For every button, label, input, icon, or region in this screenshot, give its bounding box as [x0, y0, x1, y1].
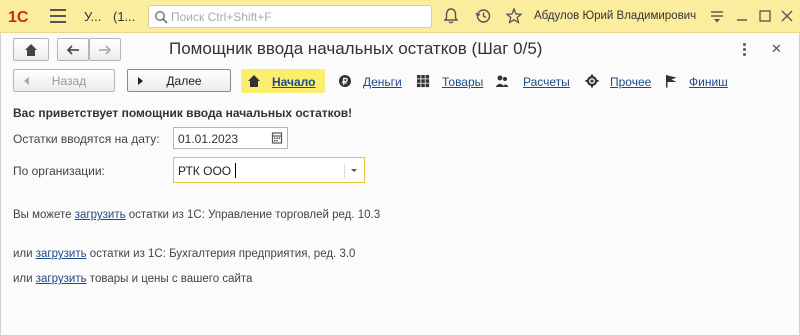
step-start[interactable]: Начало: [272, 75, 315, 89]
window-count[interactable]: (1...: [113, 9, 135, 24]
calendar-button[interactable]: [268, 127, 288, 149]
settings-menu-icon[interactable]: [708, 7, 726, 25]
step-money[interactable]: Деньги: [363, 75, 402, 89]
step-goods[interactable]: Товары: [442, 75, 483, 89]
nav-back-button[interactable]: [57, 38, 89, 61]
org-label: По организации:: [13, 164, 105, 178]
bell-icon[interactable]: [442, 7, 460, 25]
form-title: Помощник ввода начальных остатков (Шаг 0…: [169, 39, 543, 58]
home-icon: [25, 43, 37, 56]
form-close-icon[interactable]: ✕: [771, 41, 782, 57]
gear-icon: [585, 74, 599, 88]
more-options-icon[interactable]: [741, 43, 747, 57]
svg-text:₽: ₽: [342, 77, 348, 87]
1c-logo-icon[interactable]: 1С: [8, 7, 42, 25]
load-ut-paragraph: Вы можете загрузить остатки из 1С: Управ…: [13, 209, 381, 221]
home-icon: [248, 75, 260, 87]
load-site-paragraph: или загрузить товары и цены с вашего сай…: [13, 273, 253, 285]
load-bp-paragraph: или загрузить остатки из 1С: Бухгалтерия…: [13, 248, 356, 260]
user-name[interactable]: Абдулов Юрий Владимирович: [534, 10, 696, 22]
search-icon: [155, 11, 168, 24]
org-field[interactable]: РТК ООО: [173, 157, 365, 183]
dropdown-divider: [344, 164, 345, 178]
wizard-form: Помощник ввода начальных остатков (Шаг 0…: [0, 33, 800, 336]
welcome-heading: Вас приветствует помощник ввода начальны…: [13, 106, 353, 120]
search-box[interactable]: [148, 5, 432, 28]
svg-text:1С: 1С: [8, 9, 29, 25]
app-title[interactable]: У...: [84, 9, 101, 24]
arrow-left-icon: [66, 44, 79, 55]
step-settlements[interactable]: Расчеты: [523, 75, 570, 89]
load-ut-link[interactable]: загрузить: [75, 209, 126, 221]
step-finish[interactable]: Финиш: [689, 75, 728, 89]
calendar-icon: [271, 132, 283, 144]
close-icon[interactable]: [778, 7, 796, 25]
title-bar: 1С У... (1... Абдулов Юрий Владимирович: [0, 0, 800, 33]
date-field[interactable]: 01.01.2023: [173, 127, 269, 149]
coin-icon: ₽: [339, 75, 351, 87]
history-icon[interactable]: [474, 7, 492, 25]
load-site-link[interactable]: загрузить: [36, 273, 87, 285]
grid-icon: [417, 75, 430, 88]
step-other[interactable]: Прочее: [610, 75, 651, 89]
text-cursor: [235, 163, 236, 178]
nav-forward-button[interactable]: [89, 38, 121, 61]
people-icon: [495, 75, 509, 87]
chevron-down-icon[interactable]: [351, 169, 357, 172]
home-button[interactable]: [13, 38, 49, 61]
menu-icon[interactable]: [50, 9, 66, 23]
search-input[interactable]: [171, 9, 426, 25]
back-button[interactable]: Назад: [13, 69, 115, 92]
next-button[interactable]: Далее: [127, 69, 231, 92]
load-bp-link[interactable]: загрузить: [36, 248, 87, 260]
flag-icon: [666, 75, 677, 88]
triangle-left-icon: [24, 77, 29, 85]
triangle-right-icon: [138, 77, 143, 85]
arrow-right-icon: [99, 44, 112, 55]
star-icon[interactable]: [505, 7, 523, 25]
minimize-icon[interactable]: [733, 7, 751, 25]
date-label: Остатки вводятся на дату:: [13, 132, 160, 146]
maximize-icon[interactable]: [756, 7, 774, 25]
